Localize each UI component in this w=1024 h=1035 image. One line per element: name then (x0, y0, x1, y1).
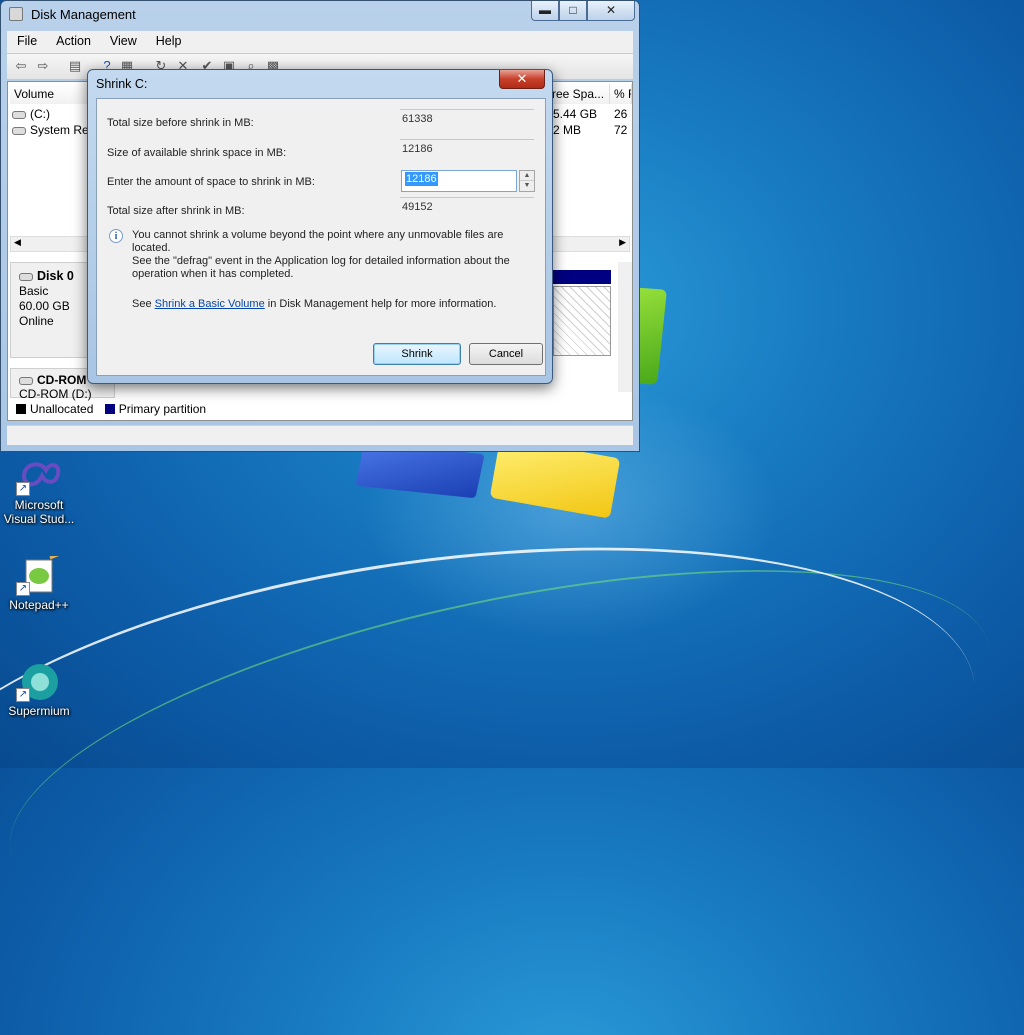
window-title: Disk Management (31, 7, 136, 22)
dialog-body: Total size before shrink in MB: 61338 Si… (96, 98, 546, 376)
cancel-button[interactable]: Cancel (469, 343, 543, 365)
info-line: See the "defrag" event in the Applicatio… (132, 255, 510, 267)
menu-help[interactable]: Help (146, 31, 191, 48)
legend-swatch-unallocated (16, 404, 26, 414)
shrink-amount-value: 12186 (405, 172, 438, 186)
shrink-basic-volume-link[interactable]: Shrink a Basic Volume (155, 298, 265, 310)
vertical-scrollbar[interactable] (618, 262, 632, 392)
desktop-icon-label: Microsoft (14, 498, 64, 512)
volume-percent-free: 72 (614, 123, 628, 137)
desktop-icon-label: Notepad++ (9, 598, 69, 612)
info-icon: i (109, 229, 123, 243)
volume-row[interactable]: System Res (12, 122, 95, 138)
partition-legend: Unallocated Primary partition (10, 400, 630, 418)
visual-studio-icon: ↗ (16, 456, 62, 496)
notepadpp-icon: ↗ (16, 552, 62, 596)
cdrom-name: CD-ROM (37, 373, 87, 387)
legend-primary: Primary partition (118, 402, 207, 416)
desktop-icon-supermium[interactable]: ↗ Supermium (2, 662, 76, 718)
info-text: You cannot shrink a volume beyond the po… (132, 229, 540, 281)
back-arrow-icon[interactable]: ⇦ (13, 58, 29, 74)
column-header-free-space[interactable]: ree Spa... (548, 84, 610, 104)
menu-bar: File Action View Help (7, 31, 633, 53)
legend-unallocated: Unallocated (30, 402, 94, 416)
desktop-icon-label: Visual Stud... (3, 512, 75, 526)
shrink-amount-label: Enter the amount of space to shrink in M… (107, 176, 315, 188)
volume-free-space: 5.44 GB (553, 107, 598, 121)
forward-arrow-icon[interactable]: ⇨ (35, 58, 51, 74)
total-before-value: 61338 (400, 109, 534, 125)
shrink-button[interactable]: Shrink (373, 343, 461, 365)
available-shrink-value: 12186 (400, 139, 534, 155)
available-shrink-label: Size of available shrink space in MB: (107, 147, 287, 159)
total-after-label: Total size after shrink in MB: (107, 205, 245, 217)
shortcut-arrow-icon: ↗ (16, 482, 30, 496)
drive-icon (12, 126, 26, 135)
disk-name: Disk 0 (37, 269, 74, 283)
total-after-value: 49152 (400, 197, 534, 213)
dialog-close-button[interactable]: ✕ (499, 70, 545, 89)
shrink-dialog: Shrink C: ✕ Total size before shrink in … (87, 69, 553, 384)
console-tree-icon[interactable]: ▤ (67, 58, 83, 74)
volume-name: System Res (30, 123, 95, 137)
disk-icon (19, 272, 33, 281)
window-titlebar[interactable]: Disk Management ▬ □ ✕ (1, 1, 639, 27)
disk-management-app-icon (9, 7, 23, 21)
shrink-amount-spinner: 12186 ▲ ▼ (401, 170, 535, 192)
desktop-icon-label: Supermium (8, 704, 70, 718)
partition-block[interactable] (553, 286, 611, 356)
partition-header-bar (553, 270, 611, 284)
info-line: operation when it has completed. (132, 268, 294, 280)
drive-icon (12, 110, 26, 119)
total-before-label: Total size before shrink in MB: (107, 117, 254, 129)
menu-action[interactable]: Action (46, 31, 100, 48)
spin-down-icon[interactable]: ▼ (520, 181, 534, 191)
spinner-buttons: ▲ ▼ (519, 170, 535, 192)
cdrom-icon (19, 376, 33, 385)
window-close-button[interactable]: ✕ (587, 1, 635, 21)
shortcut-arrow-icon: ↗ (16, 688, 30, 702)
wallpaper-swoosh-white (0, 485, 1003, 1035)
spin-up-icon[interactable]: ▲ (520, 171, 534, 181)
dialog-title: Shrink C: (96, 77, 148, 91)
desktop-icon-visual-studio[interactable]: ↗ Microsoft Visual Stud... (2, 456, 76, 526)
menu-view[interactable]: View (100, 31, 146, 48)
supermium-icon: ↗ (16, 662, 62, 702)
volume-free-space: 2 MB (553, 123, 582, 137)
help-prefix: See (132, 298, 155, 310)
shortcut-arrow-icon: ↗ (16, 582, 30, 596)
status-bar (7, 425, 633, 445)
cdrom-sub: CD-ROM (D:) (19, 387, 92, 401)
scroll-right-icon[interactable]: ▶ (619, 237, 626, 248)
scroll-left-icon[interactable]: ◀ (14, 237, 21, 248)
maximize-button[interactable]: □ (559, 1, 587, 21)
menu-file[interactable]: File (7, 31, 46, 48)
column-header-percent-free[interactable]: % F (610, 84, 632, 104)
desktop-icon-notepadpp[interactable]: ↗ Notepad++ (2, 552, 76, 612)
shrink-amount-input[interactable]: 12186 (401, 170, 517, 192)
minimize-button[interactable]: ▬ (531, 1, 559, 21)
help-suffix: in Disk Management help for more informa… (264, 298, 497, 310)
volume-row[interactable]: (C:) (12, 106, 50, 122)
volume-percent-free: 26 (614, 107, 628, 121)
help-reference-text: See Shrink a Basic Volume in Disk Manage… (132, 298, 496, 310)
volume-name: (C:) (30, 107, 50, 121)
info-line: You cannot shrink a volume beyond the po… (132, 229, 504, 254)
legend-swatch-primary (104, 404, 115, 414)
